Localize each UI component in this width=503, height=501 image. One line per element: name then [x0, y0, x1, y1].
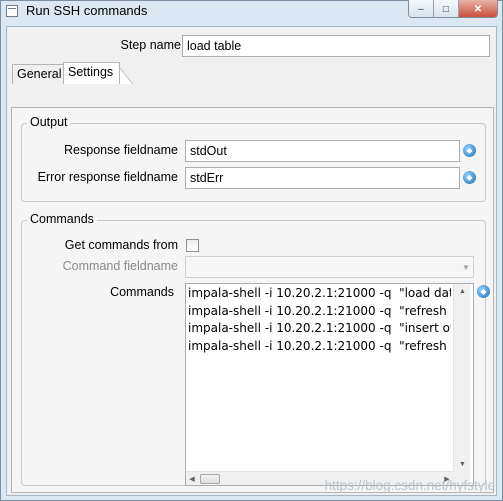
command-fieldname-label: Command fieldname [62, 259, 178, 273]
settings-panel: Output Response fieldname stdOut ◆ Error… [11, 107, 494, 493]
tab-general[interactable]: General [12, 64, 67, 84]
watermark-text: https://blog.csdn.net/hyfstyle [324, 478, 495, 493]
title-bar[interactable]: Run SSH commands – □ ✕ [0, 0, 503, 24]
commands-group-title: Commands [27, 212, 97, 226]
output-group: Output Response fieldname stdOut ◆ Error… [21, 115, 486, 202]
command-line: impala-shell -i 10.20.2.1:21000 -q "refr… [188, 338, 451, 353]
step-name-label: Step name [120, 38, 181, 52]
command-fieldname-select[interactable] [185, 256, 474, 278]
dialog-body: Step name load table General Settings Ou… [6, 26, 497, 496]
error-fieldname-input[interactable]: stdErr [185, 167, 460, 189]
commands-textarea[interactable]: impala-shell -i 10.20.2.1:21000 -q "load… [185, 283, 474, 486]
command-line: impala-shell -i 10.20.2.1:21000 -q "inse… [188, 321, 451, 335]
commands-group: Commands Get commands from Command field… [21, 212, 490, 486]
variable-diamond-icon[interactable]: ◆ [463, 171, 476, 184]
commands-label: Commands [110, 285, 174, 299]
window-icon [6, 5, 18, 17]
output-group-title: Output [27, 115, 71, 129]
scroll-left-icon[interactable]: ◀ [186, 472, 198, 486]
scroll-up-icon[interactable]: ▲ [454, 284, 471, 298]
get-commands-from-label: Get commands from [64, 238, 178, 252]
close-button[interactable]: ✕ [458, 0, 497, 17]
get-commands-checkbox[interactable] [186, 239, 199, 252]
response-fieldname-input[interactable]: stdOut [185, 140, 460, 162]
maximize-button[interactable]: □ [433, 0, 459, 17]
variable-diamond-icon[interactable]: ◆ [463, 144, 476, 157]
error-fieldname-label: Error response fieldname [37, 170, 178, 184]
response-fieldname-label: Response fieldname [64, 143, 178, 157]
tab-settings[interactable]: Settings [63, 62, 121, 84]
commands-text[interactable]: impala-shell -i 10.20.2.1:21000 -q "load… [187, 285, 451, 472]
horizontal-scroll-thumb[interactable] [200, 474, 220, 484]
variable-diamond-icon[interactable]: ◆ [477, 285, 490, 298]
window-controls: – □ ✕ [408, 0, 498, 18]
step-name-input[interactable]: load table [182, 35, 490, 57]
vertical-scrollbar[interactable]: ▲ ▼ [453, 284, 470, 471]
window-title: Run SSH commands [26, 3, 148, 18]
command-line: impala-shell -i 10.20.2.1:21000 -q "refr… [188, 303, 451, 318]
minimize-button[interactable]: – [409, 0, 434, 17]
chevron-down-icon[interactable]: ▼ [459, 257, 473, 277]
command-line: impala-shell -i 10.20.2.1:21000 -q "load… [188, 286, 451, 300]
scroll-down-icon[interactable]: ▼ [454, 457, 471, 471]
